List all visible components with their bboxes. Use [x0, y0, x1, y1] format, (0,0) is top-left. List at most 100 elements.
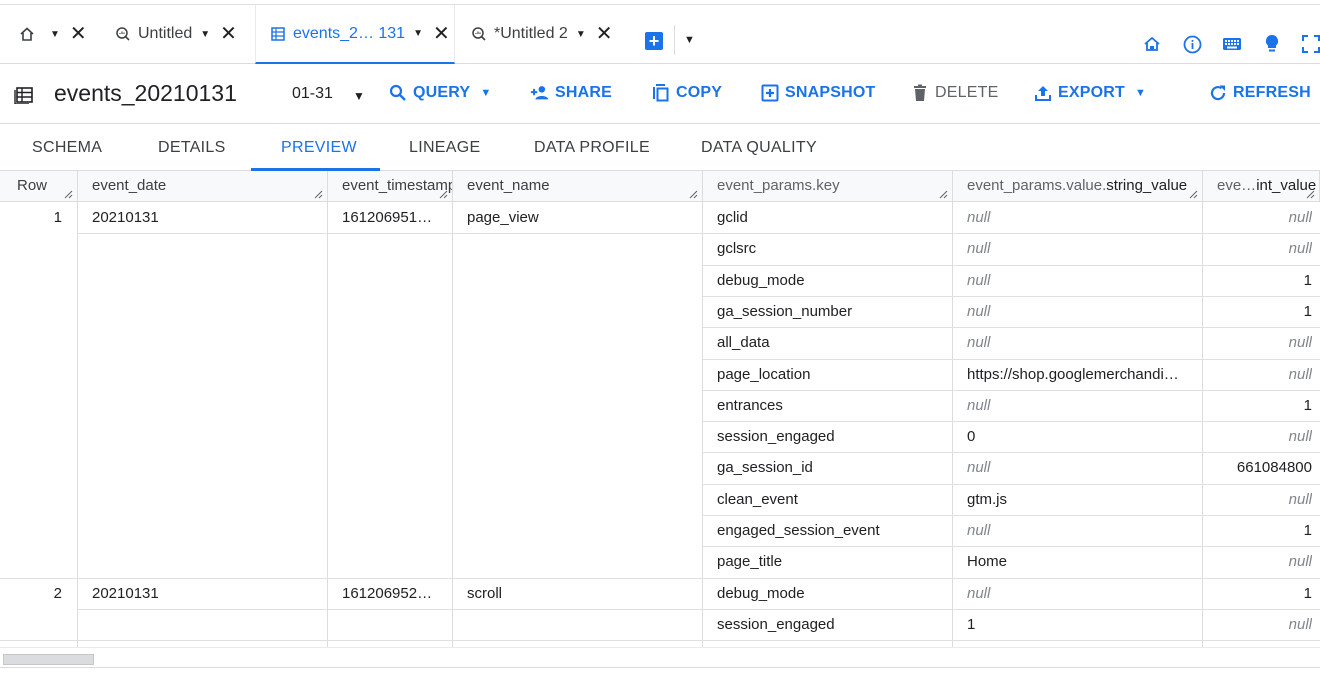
column-header-row[interactable]: Row: [0, 171, 78, 202]
tab-untitled[interactable]: Untitled ▼ ✕: [114, 5, 237, 63]
chevron-down-icon[interactable]: ▼: [413, 28, 423, 39]
string-value-column: [953, 202, 1203, 647]
chevron-down-icon[interactable]: ▼: [674, 25, 704, 55]
param-key-cell: session_engaged: [717, 615, 835, 633]
chevron-down-icon: ▼: [1135, 87, 1147, 99]
partition-selector[interactable]: 01-31: [292, 85, 333, 103]
chevron-down-icon[interactable]: ▼: [50, 29, 60, 40]
query-icon: [470, 25, 488, 43]
row-divider: [78, 608, 703, 610]
horizontal-scrollbar[interactable]: [0, 647, 1320, 667]
scrollbar-thumb[interactable]: [3, 654, 94, 665]
column-header-string-value[interactable]: event_params.value.string_value: [953, 171, 1203, 202]
resize-handle-icon[interactable]: [1189, 190, 1198, 199]
param-string-value-cell: null: [967, 396, 991, 414]
delete-button[interactable]: DELETE: [910, 83, 998, 103]
tab-label: Untitled: [138, 25, 193, 42]
param-int-value-cell: null: [1288, 365, 1312, 383]
row-divider: [703, 421, 1320, 423]
snapshot-icon: [760, 83, 780, 103]
row-divider: [703, 483, 1320, 485]
chevron-down-icon[interactable]: ▼: [353, 89, 365, 103]
param-string-value-cell: null: [967, 334, 991, 352]
header-label: event_name: [467, 177, 550, 194]
tab-lineage[interactable]: LINEAGE: [409, 125, 480, 171]
delete-label: DELETE: [935, 84, 999, 101]
copy-button[interactable]: COPY: [651, 83, 722, 103]
event-name-column: [453, 202, 703, 647]
param-int-value-cell: null: [1288, 428, 1312, 446]
snapshot-button[interactable]: SNAPSHOT: [760, 83, 876, 103]
close-icon[interactable]: ✕: [70, 24, 87, 44]
param-int-value-cell: null: [1288, 490, 1312, 508]
resize-handle-icon[interactable]: [64, 190, 73, 199]
tab-data-profile[interactable]: DATA PROFILE: [534, 125, 650, 171]
search-icon: [388, 83, 408, 103]
upload-icon: [1033, 83, 1053, 103]
param-string-value-cell: https://shop.googlemerchandi…: [967, 365, 1179, 383]
column-header-event-timestamp[interactable]: event_timestamp: [328, 171, 453, 202]
param-string-value-cell: null: [967, 209, 991, 226]
query-button[interactable]: QUERY ▼: [388, 83, 491, 103]
refresh-button[interactable]: REFRESH: [1208, 83, 1311, 103]
param-string-value-cell: gtm.js: [967, 490, 1008, 508]
header-label: string_value: [1106, 177, 1188, 194]
row-divider: [703, 389, 1320, 391]
param-string-value-cell: null: [967, 584, 991, 602]
column-header-event-name[interactable]: event_name: [453, 171, 703, 202]
tab-data-quality[interactable]: DATA QUALITY: [701, 125, 817, 171]
param-int-value-cell: 1: [1303, 302, 1312, 320]
param-key-cell: page_location: [717, 365, 811, 383]
column-header-params-key[interactable]: event_params.key: [703, 171, 953, 202]
param-key-cell: session_engaged: [717, 428, 835, 446]
param-key-cell: debug_mode: [717, 271, 805, 289]
column-header-int-value[interactable]: eve…int_value: [1203, 171, 1320, 202]
resize-handle-icon[interactable]: [439, 190, 448, 199]
tab-events-table[interactable]: events_2… 131 ▼ ✕: [255, 5, 455, 64]
keyboard-icon[interactable]: [1221, 33, 1243, 55]
resize-handle-icon[interactable]: [1306, 190, 1315, 199]
chevron-down-icon[interactable]: ▼: [200, 29, 210, 40]
info-icon[interactable]: [1181, 33, 1203, 55]
chevron-down-icon[interactable]: ▼: [576, 29, 586, 40]
preview-grid: Row event_date event_timestamp event_nam…: [0, 171, 1320, 647]
export-button[interactable]: EXPORT ▼: [1033, 83, 1146, 103]
param-int-value-cell: null: [1288, 209, 1312, 226]
resize-handle-icon[interactable]: [689, 190, 698, 199]
tab-schema[interactable]: SCHEMA: [32, 125, 102, 171]
tab-preview[interactable]: PREVIEW: [281, 125, 357, 171]
query-icon: [114, 25, 132, 43]
trash-icon: [910, 83, 930, 103]
tab-details[interactable]: DETAILS: [158, 125, 226, 171]
query-label: QUERY: [413, 84, 471, 101]
fullscreen-icon[interactable]: [1300, 33, 1320, 55]
row-divider: [703, 358, 1320, 360]
close-icon[interactable]: ✕: [596, 24, 613, 44]
tab-label: events_2… 131: [293, 24, 406, 42]
share-label: SHARE: [555, 84, 613, 101]
params-key-column: [703, 202, 953, 647]
home-icon[interactable]: [1141, 33, 1163, 55]
tab-untitled-2[interactable]: *Untitled 2 ▼ ✕: [470, 5, 613, 63]
param-key-cell: clean_event: [717, 490, 798, 508]
home-icon: [18, 25, 36, 43]
column-header-event-date[interactable]: event_date: [78, 171, 328, 202]
header-label: event_params.key: [717, 177, 840, 194]
header-label: Row: [17, 177, 48, 194]
param-int-value-cell: null: [1288, 553, 1312, 571]
record-divider: [0, 640, 1320, 642]
param-int-value-cell: 1: [1303, 522, 1312, 539]
resize-handle-icon[interactable]: [314, 190, 323, 199]
chevron-down-icon: ▼: [480, 87, 492, 99]
close-icon[interactable]: ✕: [220, 24, 237, 44]
refresh-icon: [1208, 83, 1228, 103]
page-title: events_20210131: [54, 80, 237, 106]
row-number: 2: [53, 584, 62, 602]
resize-handle-icon[interactable]: [939, 190, 948, 199]
close-icon[interactable]: ✕: [433, 24, 450, 44]
share-button[interactable]: SHARE: [530, 83, 612, 103]
tab-home[interactable]: ▼ ✕: [18, 5, 87, 63]
param-string-value-cell: null: [967, 271, 991, 289]
add-tab-icon[interactable]: +: [645, 32, 663, 50]
lightbulb-icon[interactable]: [1261, 33, 1283, 55]
